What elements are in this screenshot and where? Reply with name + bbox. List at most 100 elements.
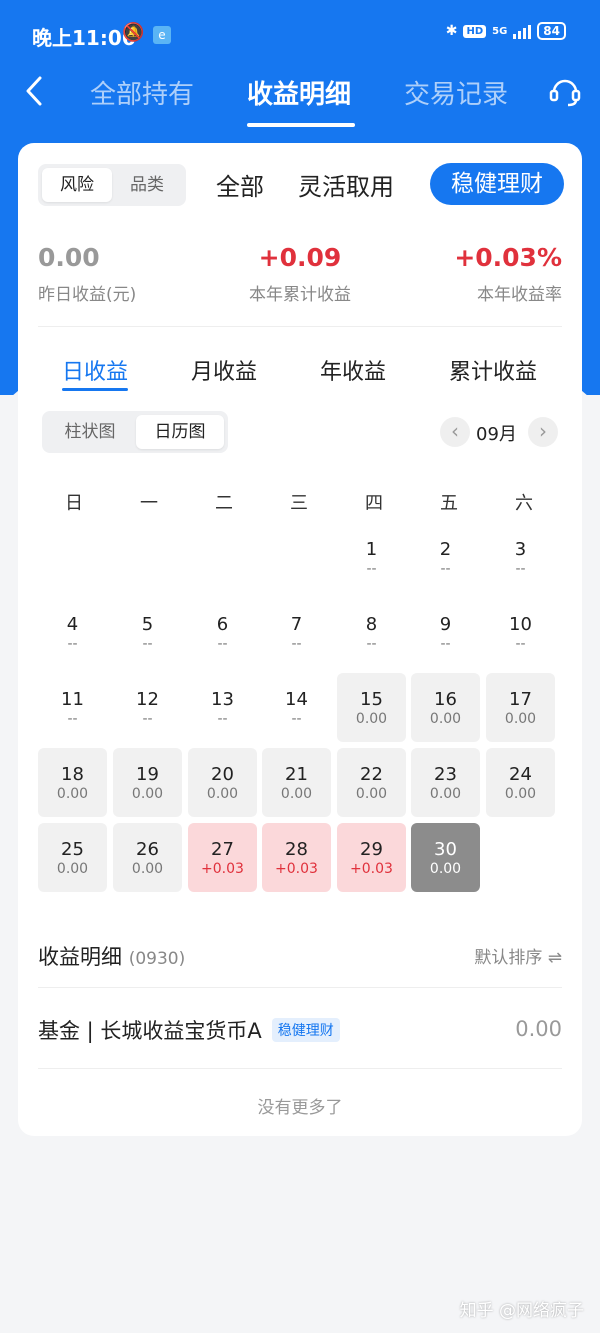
period-monthly[interactable]: 月收益 [191,354,257,386]
tab-earnings-detail[interactable]: 收益明细 [247,74,351,111]
filter-flexible[interactable]: 灵活取用 [298,167,394,202]
calendar-day[interactable]: 19 0.00 [113,748,182,817]
calendar-day[interactable]: 13 -- [188,673,257,742]
next-month-button[interactable]: › [528,417,558,447]
prev-month-button[interactable]: ‹ [440,417,470,447]
calendar-day[interactable]: 22 0.00 [337,748,406,817]
stat-year-rate: +0.03% 本年收益率 [454,243,562,305]
day-number: 15 [360,689,383,710]
detail-title: 收益明细 [38,945,122,969]
earnings-card: 风险 品类 全部 灵活取用 稳健理财 0.00 昨日收益(元) +0.09 本年… [18,143,582,1136]
segment-category[interactable]: 品类 [112,168,182,202]
calendar-day[interactable]: 7 -- [262,598,331,667]
detail-section-title: 收益明细 (0930) [38,941,185,971]
calendar-day[interactable]: 20 0.00 [188,748,257,817]
view-bar-chart[interactable]: 柱状图 [46,415,134,449]
tab-holdings[interactable]: 全部持有 [90,74,194,111]
calendar-day[interactable]: 27 +0.03 [188,823,257,892]
day-earning: -- [366,636,377,652]
segment-risk[interactable]: 风险 [42,168,112,202]
calendar-day[interactable]: 17 0.00 [486,673,555,742]
month-navigator: ‹ 09月 › [440,417,558,447]
day-number: 22 [360,764,383,785]
divider [38,1068,562,1069]
view-calendar[interactable]: 日历图 [136,415,224,449]
calendar-day[interactable]: 29 +0.03 [337,823,406,892]
calendar-day[interactable]: 3 -- [486,523,555,592]
calendar-day[interactable]: 11 -- [38,673,107,742]
day-number: 26 [136,839,159,860]
calendar-day[interactable]: 8 -- [337,598,406,667]
period-yearly[interactable]: 年收益 [320,354,386,386]
divider [38,987,562,988]
calendar-day[interactable]: 9 -- [411,598,480,667]
filter-segment: 风险 品类 [38,164,186,206]
calendar-day[interactable]: 14 -- [262,673,331,742]
calendar-day[interactable]: 10 -- [486,598,555,667]
day-number: 7 [290,614,303,635]
period-cumulative[interactable]: 累计收益 [449,354,537,386]
day-earning: -- [440,636,451,652]
calendar-day[interactable]: 21 0.00 [262,748,331,817]
day-number: 29 [360,839,383,860]
day-earning: 0.00 [56,861,89,877]
month-label: 09月 [476,424,517,445]
fund-row[interactable]: 基金 | 长城收益宝货币A 稳健理财 [38,1015,340,1045]
day-earning: -- [291,636,302,652]
calendar-day[interactable]: 4 -- [38,598,107,667]
stat-label: 本年收益率 [477,285,562,305]
calendar-day[interactable]: 16 0.00 [411,673,480,742]
battery-indicator: 84 [537,22,566,40]
day-number: 13 [211,689,234,710]
weekday-label: 一 [140,493,158,514]
view-toggle: 柱状图 日历图 [42,411,228,453]
calendar-day[interactable]: 5 -- [113,598,182,667]
calendar-day[interactable]: 25 0.00 [38,823,107,892]
hd-badge: HD [463,24,487,38]
day-earning: 0.00 [56,786,89,802]
weekday-label: 四 [365,493,383,514]
day-number: 12 [136,689,159,710]
day-earning: +0.03 [201,861,244,877]
day-number: 11 [61,689,84,710]
period-tab-indicator [62,388,128,391]
day-earning: 0.00 [504,711,537,727]
day-earning: 0.00 [131,786,164,802]
calendar-day[interactable]: 2 -- [411,523,480,592]
calendar-day[interactable]: 12 -- [113,673,182,742]
calendar-day[interactable]: 15 0.00 [337,673,406,742]
tab-transactions[interactable]: 交易记录 [404,74,508,111]
top-nav: 全部持有 收益明细 交易记录 [0,62,600,132]
calendar-day[interactable]: 30 0.00 [411,823,480,892]
day-earning: 0.00 [206,786,239,802]
day-number: 18 [61,764,84,785]
weekday-label: 六 [515,493,533,514]
day-earning: -- [515,636,526,652]
calendar-day[interactable]: 26 0.00 [113,823,182,892]
calendar-day[interactable]: 24 0.00 [486,748,555,817]
day-number: 28 [285,839,308,860]
calendar-day[interactable]: 1 -- [337,523,406,592]
day-number: 8 [365,614,378,635]
filter-all[interactable]: 全部 [216,167,264,202]
day-earning: 0.00 [504,786,537,802]
sort-button[interactable]: 默认排序 ⇌ [474,943,562,968]
period-daily[interactable]: 日收益 [62,354,128,386]
day-earning: -- [217,636,228,652]
back-arrow-icon[interactable] [22,74,46,116]
customer-service-icon[interactable] [548,74,582,108]
day-earning: 0.00 [131,861,164,877]
filter-stable[interactable]: 稳健理财 [430,163,564,205]
calendar-day[interactable]: 18 0.00 [38,748,107,817]
day-earning: -- [217,711,228,727]
watermark: 知乎 @网络疯子 [459,1301,584,1321]
calendar-day[interactable]: 28 +0.03 [262,823,331,892]
day-earning: 0.00 [429,861,462,877]
day-number: 14 [285,689,308,710]
day-number: 4 [66,614,79,635]
day-earning: +0.03 [275,861,318,877]
day-number: 2 [439,539,452,560]
mute-bell-icon: 🔕 [122,22,145,43]
calendar-day[interactable]: 23 0.00 [411,748,480,817]
calendar-day[interactable]: 6 -- [188,598,257,667]
